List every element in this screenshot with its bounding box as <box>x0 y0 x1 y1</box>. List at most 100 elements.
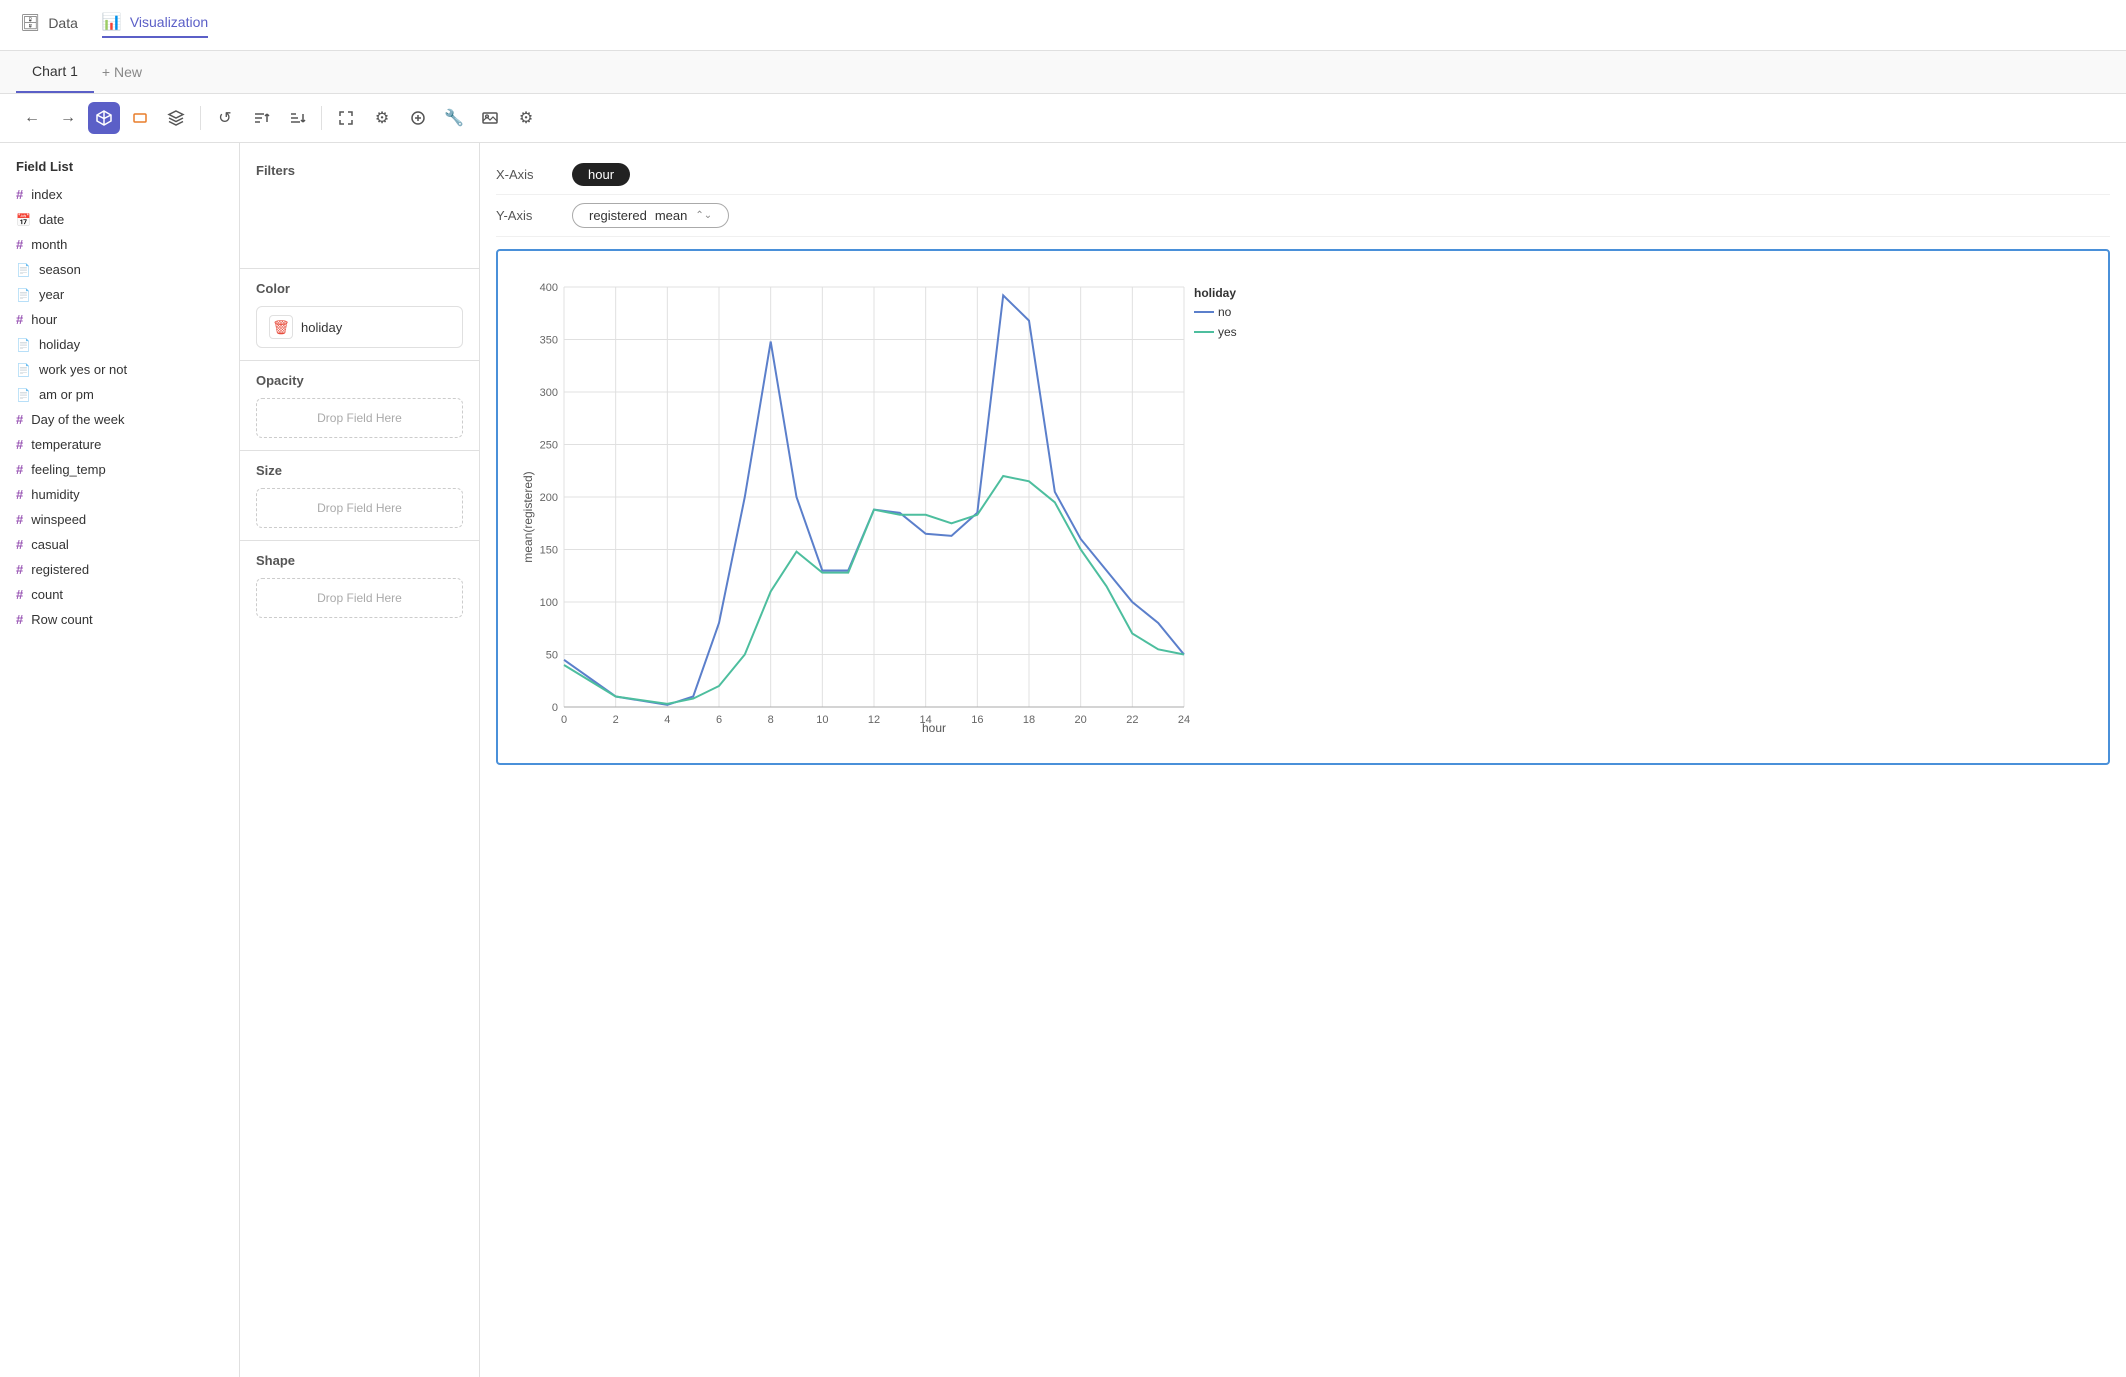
forward-button[interactable]: → <box>52 102 84 134</box>
remove-color-button[interactable]: 🗑 <box>269 315 293 339</box>
size-drop-zone[interactable]: Drop Field Here <box>256 488 463 528</box>
y-axis-label: Y-Axis <box>496 208 556 223</box>
field-item-date[interactable]: 📅 date <box>0 207 239 232</box>
toolbar: ← → ↺ <box>0 94 2126 143</box>
transform-button[interactable] <box>402 102 434 134</box>
field-name: year <box>39 287 64 302</box>
numeric-icon: # <box>16 512 23 527</box>
field-item-index[interactable]: #index <box>0 182 239 207</box>
numeric-icon: # <box>16 587 23 602</box>
rectangle-button[interactable] <box>124 102 156 134</box>
field-name: winspeed <box>31 512 86 527</box>
expand-button[interactable] <box>330 102 362 134</box>
tab-chart1[interactable]: Chart 1 <box>16 51 94 93</box>
field-list-panel: Field List #index📅date#month📄season📄year… <box>0 143 240 1377</box>
svg-text:6: 6 <box>716 714 722 726</box>
field-name: index <box>31 187 62 202</box>
svg-text:400: 400 <box>540 282 558 294</box>
svg-text:50: 50 <box>546 650 558 662</box>
image-button[interactable] <box>474 102 506 134</box>
svg-text:350: 350 <box>540 335 558 347</box>
cat-icon: 📄 <box>16 388 31 402</box>
tab-bar: Chart 1 + New <box>0 51 2126 94</box>
field-list-title: Field List <box>0 155 239 182</box>
x-axis-row: X-Axis hour <box>496 155 2110 195</box>
cat-icon: 📄 <box>16 363 31 377</box>
field-name: am or pm <box>39 387 94 402</box>
layers-button[interactable] <box>160 102 192 134</box>
tab-new[interactable]: + New <box>94 52 150 92</box>
cube-button[interactable] <box>88 102 120 134</box>
field-item-casual[interactable]: #casual <box>0 532 239 557</box>
date-icon: 📅 <box>16 213 31 227</box>
sort-asc-button[interactable] <box>245 102 277 134</box>
field-item-Row-count[interactable]: # Row count <box>0 607 239 632</box>
cat-icon: 📄 <box>16 338 31 352</box>
numeric-icon: # <box>16 562 23 577</box>
chart-area: X-Axis hour Y-Axis registered mean ⌃⌄ 05… <box>480 143 2126 1377</box>
y-field: registered <box>589 208 647 223</box>
sort-desc-button[interactable] <box>281 102 313 134</box>
opacity-title: Opacity <box>240 365 479 394</box>
top-nav: 🗄 Data 📊 Visualization <box>0 0 2126 51</box>
svg-text:200: 200 <box>540 492 558 504</box>
filters-title: Filters <box>240 155 479 184</box>
numeric-icon: # <box>16 412 23 427</box>
svg-text:18: 18 <box>1023 714 1035 726</box>
y-axis-value[interactable]: registered mean ⌃⌄ <box>572 203 729 228</box>
field-item-winspeed[interactable]: # winspeed <box>0 507 239 532</box>
svg-text:12: 12 <box>868 714 880 726</box>
chart-settings-button[interactable]: ⚙ <box>366 102 398 134</box>
numeric-icon: # <box>16 462 23 477</box>
color-chip: 🗑 holiday <box>256 306 463 348</box>
visualization-icon: 📊 <box>102 12 122 32</box>
svg-text:150: 150 <box>540 545 558 557</box>
svg-text:250: 250 <box>540 440 558 452</box>
cat-icon: 📄 <box>16 263 31 277</box>
chart-container: 050100150200250300350400 024681012141618… <box>496 249 2110 765</box>
svg-text:16: 16 <box>971 714 983 726</box>
controls-panel: Filters Color 🗑 holiday Opacity Drop Fie… <box>240 143 480 1377</box>
field-name: Day of the week <box>31 412 124 427</box>
config-button[interactable]: ⚙ <box>510 102 542 134</box>
shape-drop-zone[interactable]: Drop Field Here <box>256 578 463 618</box>
refresh-button[interactable]: ↺ <box>209 102 241 134</box>
field-name: Row count <box>31 612 92 627</box>
numeric-icon: # <box>16 312 23 327</box>
field-item-am-or-pm[interactable]: 📄 am or pm <box>0 382 239 407</box>
numeric-icon: # <box>16 537 23 552</box>
y-axis-row: Y-Axis registered mean ⌃⌄ <box>496 195 2110 237</box>
field-item-work-yes-or-not[interactable]: 📄work yes or not <box>0 357 239 382</box>
x-axis-value[interactable]: hour <box>572 163 630 186</box>
field-item-feeling_temp[interactable]: # feeling_temp <box>0 457 239 482</box>
field-item-season[interactable]: 📄 season <box>0 257 239 282</box>
field-item-holiday[interactable]: 📄holiday <box>0 332 239 357</box>
nav-data[interactable]: 🗄 Data <box>20 13 78 37</box>
field-name: registered <box>31 562 89 577</box>
field-item-year[interactable]: 📄year <box>0 282 239 307</box>
field-name: date <box>39 212 64 227</box>
field-item-registered[interactable]: # registered <box>0 557 239 582</box>
field-item-count[interactable]: #count <box>0 582 239 607</box>
back-button[interactable]: ← <box>16 102 48 134</box>
field-item-Day-of-the-week[interactable]: # Day of the week <box>0 407 239 432</box>
field-name: hour <box>31 312 57 327</box>
field-item-humidity[interactable]: #humidity <box>0 482 239 507</box>
field-name: temperature <box>31 437 101 452</box>
svg-text:2: 2 <box>613 714 619 726</box>
svg-text:20: 20 <box>1075 714 1087 726</box>
svg-text:22: 22 <box>1126 714 1138 726</box>
field-name: season <box>39 262 81 277</box>
field-item-temperature[interactable]: #temperature <box>0 432 239 457</box>
numeric-icon: # <box>16 612 23 627</box>
field-item-month[interactable]: #month <box>0 232 239 257</box>
field-item-hour[interactable]: # hour <box>0 307 239 332</box>
opacity-drop-zone[interactable]: Drop Field Here <box>256 398 463 438</box>
y-agg-arrows[interactable]: ⌃⌄ <box>695 210 712 221</box>
legend-yes-label: yes <box>1218 325 1237 339</box>
svg-text:10: 10 <box>816 714 828 726</box>
wrench-button[interactable]: 🔧 <box>438 102 470 134</box>
svg-text:300: 300 <box>540 387 558 399</box>
nav-visualization[interactable]: 📊 Visualization <box>102 12 208 38</box>
field-name: feeling_temp <box>31 462 105 477</box>
